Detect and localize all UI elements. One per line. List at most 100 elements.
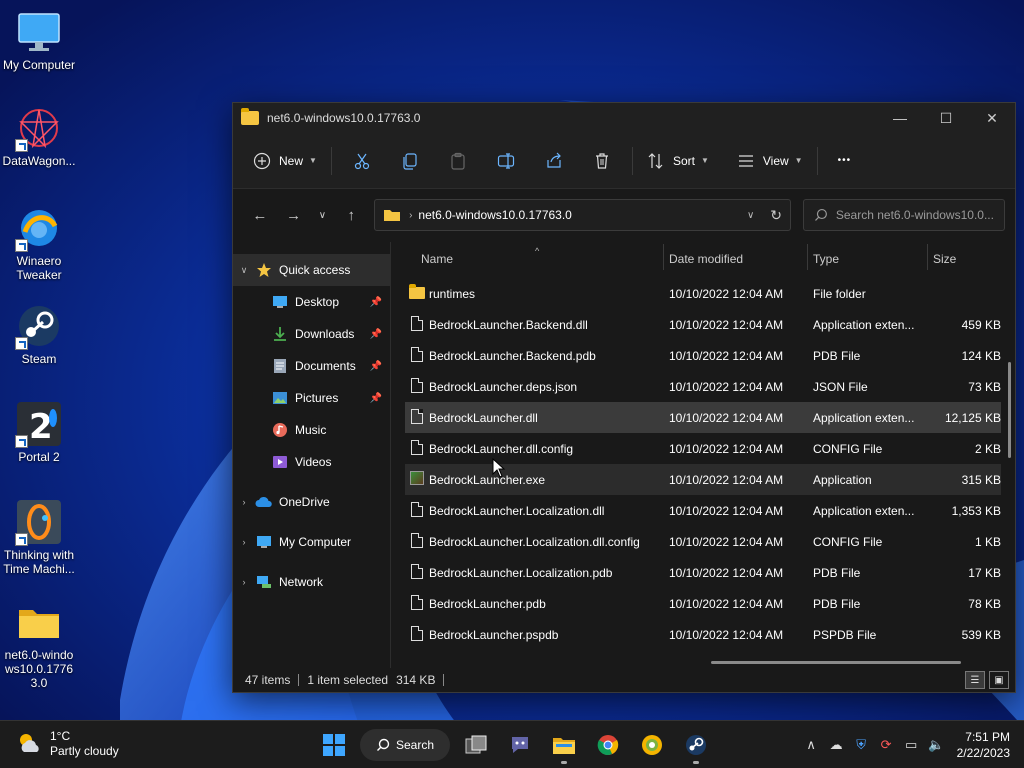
refresh-icon[interactable]: ↻ [770, 207, 782, 224]
datawagon-logo-icon [15, 104, 63, 152]
view-button[interactable]: View ▼ [729, 145, 811, 177]
file-explorer-taskbar-button[interactable] [542, 725, 586, 765]
file-type: CONFIG File [813, 442, 883, 456]
column-divider[interactable] [927, 244, 928, 270]
sort-button[interactable]: Sort ▼ [639, 145, 717, 177]
new-button[interactable]: New ▼ [245, 145, 325, 177]
tiles-view-button[interactable]: ▣ [989, 671, 1009, 689]
forward-button[interactable]: → [277, 200, 311, 230]
weather-widget[interactable]: 1°C Partly cloudy [16, 729, 119, 759]
teams-chat-button[interactable] [498, 725, 542, 765]
chevron-right-icon[interactable]: › [233, 577, 255, 587]
nav-pictures[interactable]: Pictures 📌 [233, 382, 390, 414]
nav-music[interactable]: Music [233, 414, 390, 446]
search-icon [815, 208, 827, 221]
table-row[interactable]: BedrockLauncher.Backend.pdb 10/10/2022 12… [405, 340, 1001, 371]
desktop-icon-net6-folder[interactable]: net6.0-windows10.0.17763.0 [0, 598, 78, 690]
table-row[interactable]: BedrockLauncher.pspdb 10/10/2022 12:04 AM… [405, 619, 1001, 650]
table-row[interactable]: BedrockLauncher.Localization.dll.config 1… [405, 526, 1001, 557]
volume-icon[interactable]: 🔈 [924, 737, 949, 753]
cut-button[interactable] [338, 145, 386, 177]
desktop-icon-my-computer[interactable]: My Computer [0, 8, 78, 72]
nav-documents[interactable]: Documents 📌 [233, 350, 390, 382]
recent-locations-button[interactable]: ∨ [311, 200, 335, 230]
desktop-icon-portal2[interactable]: 2 Portal 2 [0, 400, 78, 464]
taskbar-search-button[interactable]: Search [360, 729, 450, 761]
desktop-icon-datawagon[interactable]: DataWagon... [0, 104, 78, 168]
table-row[interactable]: BedrockLauncher.deps.json 10/10/2022 12:0… [405, 371, 1001, 402]
shortcut-arrow-icon [15, 139, 28, 152]
desktop-icon-thinking-time-machine[interactable]: Thinking with Time Machi... [0, 498, 78, 576]
folder-icon [384, 210, 401, 221]
selection-size: 314 KB [396, 673, 436, 687]
desktop-icon-winaero[interactable]: Winaero Tweaker [0, 204, 78, 282]
chevron-down-icon[interactable]: ∨ [747, 210, 754, 221]
search-input[interactable] [835, 208, 995, 222]
nav-downloads[interactable]: Downloads 📌 [233, 318, 390, 350]
table-row[interactable]: BedrockLauncher.pdb 10/10/2022 12:04 AM PD… [405, 588, 1001, 619]
maximize-button[interactable]: ☐ [923, 103, 969, 133]
file-explorer-window[interactable]: net6.0-windows10.0.17763.0 — ☐ ✕ New ▼ S… [232, 102, 1016, 693]
breadcrumb[interactable]: net6.0-windows10.0.17763.0 [418, 208, 747, 222]
network-icon[interactable]: ▭ [899, 737, 924, 753]
table-row[interactable]: BedrockLauncher.dll 10/10/2022 12:04 AM Ap… [405, 402, 1001, 433]
horizontal-scrollbar[interactable] [711, 661, 961, 664]
nav-onedrive[interactable]: › OneDrive [233, 486, 390, 518]
column-size[interactable]: Size [933, 252, 956, 266]
nav-videos[interactable]: Videos [233, 446, 390, 478]
address-bar[interactable]: › net6.0-windows10.0.17763.0 ∨ ↻ [374, 199, 792, 231]
nav-network[interactable]: › Network [233, 566, 390, 598]
nav-quick-access[interactable]: ∨ Quick access [233, 254, 390, 286]
documents-icon [271, 358, 289, 374]
table-row[interactable]: runtimes 10/10/2022 12:04 AM File folder [405, 278, 1001, 309]
downloads-icon [271, 326, 289, 342]
file-icon [409, 595, 425, 611]
start-button[interactable] [312, 725, 356, 765]
close-button[interactable]: ✕ [969, 103, 1015, 133]
file-name: BedrockLauncher.deps.json [429, 380, 578, 394]
table-row[interactable]: BedrockLauncher.Backend.dll 10/10/2022 12… [405, 309, 1001, 340]
security-shield-icon[interactable]: ⛨ [849, 737, 874, 753]
vertical-scrollbar[interactable] [1008, 362, 1011, 458]
details-view-button[interactable]: ☰ [965, 671, 985, 689]
column-divider[interactable] [807, 244, 808, 270]
column-date-modified[interactable]: Date modified [669, 252, 743, 266]
delete-button[interactable] [578, 145, 626, 177]
back-button[interactable]: ← [243, 200, 277, 230]
file-size: 73 KB [968, 380, 1001, 394]
table-row[interactable]: BedrockLauncher.Localization.dll 10/10/20… [405, 495, 1001, 526]
clock[interactable]: 7:51 PM 2/22/2023 [957, 729, 1010, 761]
rename-button[interactable] [482, 145, 530, 177]
minimize-button[interactable]: — [877, 103, 923, 133]
sync-icon[interactable]: ⟳ [874, 737, 899, 753]
title-bar[interactable]: net6.0-windows10.0.17763.0 — ☐ ✕ [233, 103, 1015, 133]
folder-icon [15, 598, 63, 646]
nav-item-label: Music [295, 423, 327, 437]
canary-browser-button[interactable] [630, 725, 674, 765]
chevron-right-icon[interactable]: › [233, 497, 255, 507]
desktop-icon-steam[interactable]: Steam [0, 302, 78, 366]
chevron-down-icon[interactable]: ∨ [233, 265, 255, 276]
file-name: BedrockLauncher.pdb [429, 597, 546, 611]
copy-button[interactable] [386, 145, 434, 177]
chevron-right-icon[interactable]: › [233, 537, 255, 547]
search-box[interactable] [803, 199, 1006, 231]
table-row[interactable]: BedrockLauncher.Localization.pdb 10/10/20… [405, 557, 1001, 588]
nav-desktop[interactable]: Desktop 📌 [233, 286, 390, 318]
task-view-button[interactable] [454, 725, 498, 765]
chrome-button[interactable] [586, 725, 630, 765]
cloud-offline-icon[interactable]: ☁ [824, 737, 849, 753]
chevron-up-icon[interactable]: ∧ [799, 737, 824, 753]
column-divider[interactable] [663, 244, 664, 270]
steam-taskbar-button[interactable] [674, 725, 718, 765]
paste-button[interactable] [434, 145, 482, 177]
more-options-button[interactable]: ••• [830, 145, 860, 177]
file-size: 315 KB [961, 473, 1001, 487]
nav-my-computer[interactable]: › My Computer [233, 526, 390, 558]
nav-item-label: Downloads [295, 327, 355, 341]
column-name[interactable]: Name [421, 252, 453, 266]
share-button[interactable] [530, 145, 578, 177]
column-type[interactable]: Type [813, 252, 839, 266]
up-button[interactable]: ↑ [334, 200, 368, 230]
chevron-down-icon: ▼ [794, 156, 803, 165]
